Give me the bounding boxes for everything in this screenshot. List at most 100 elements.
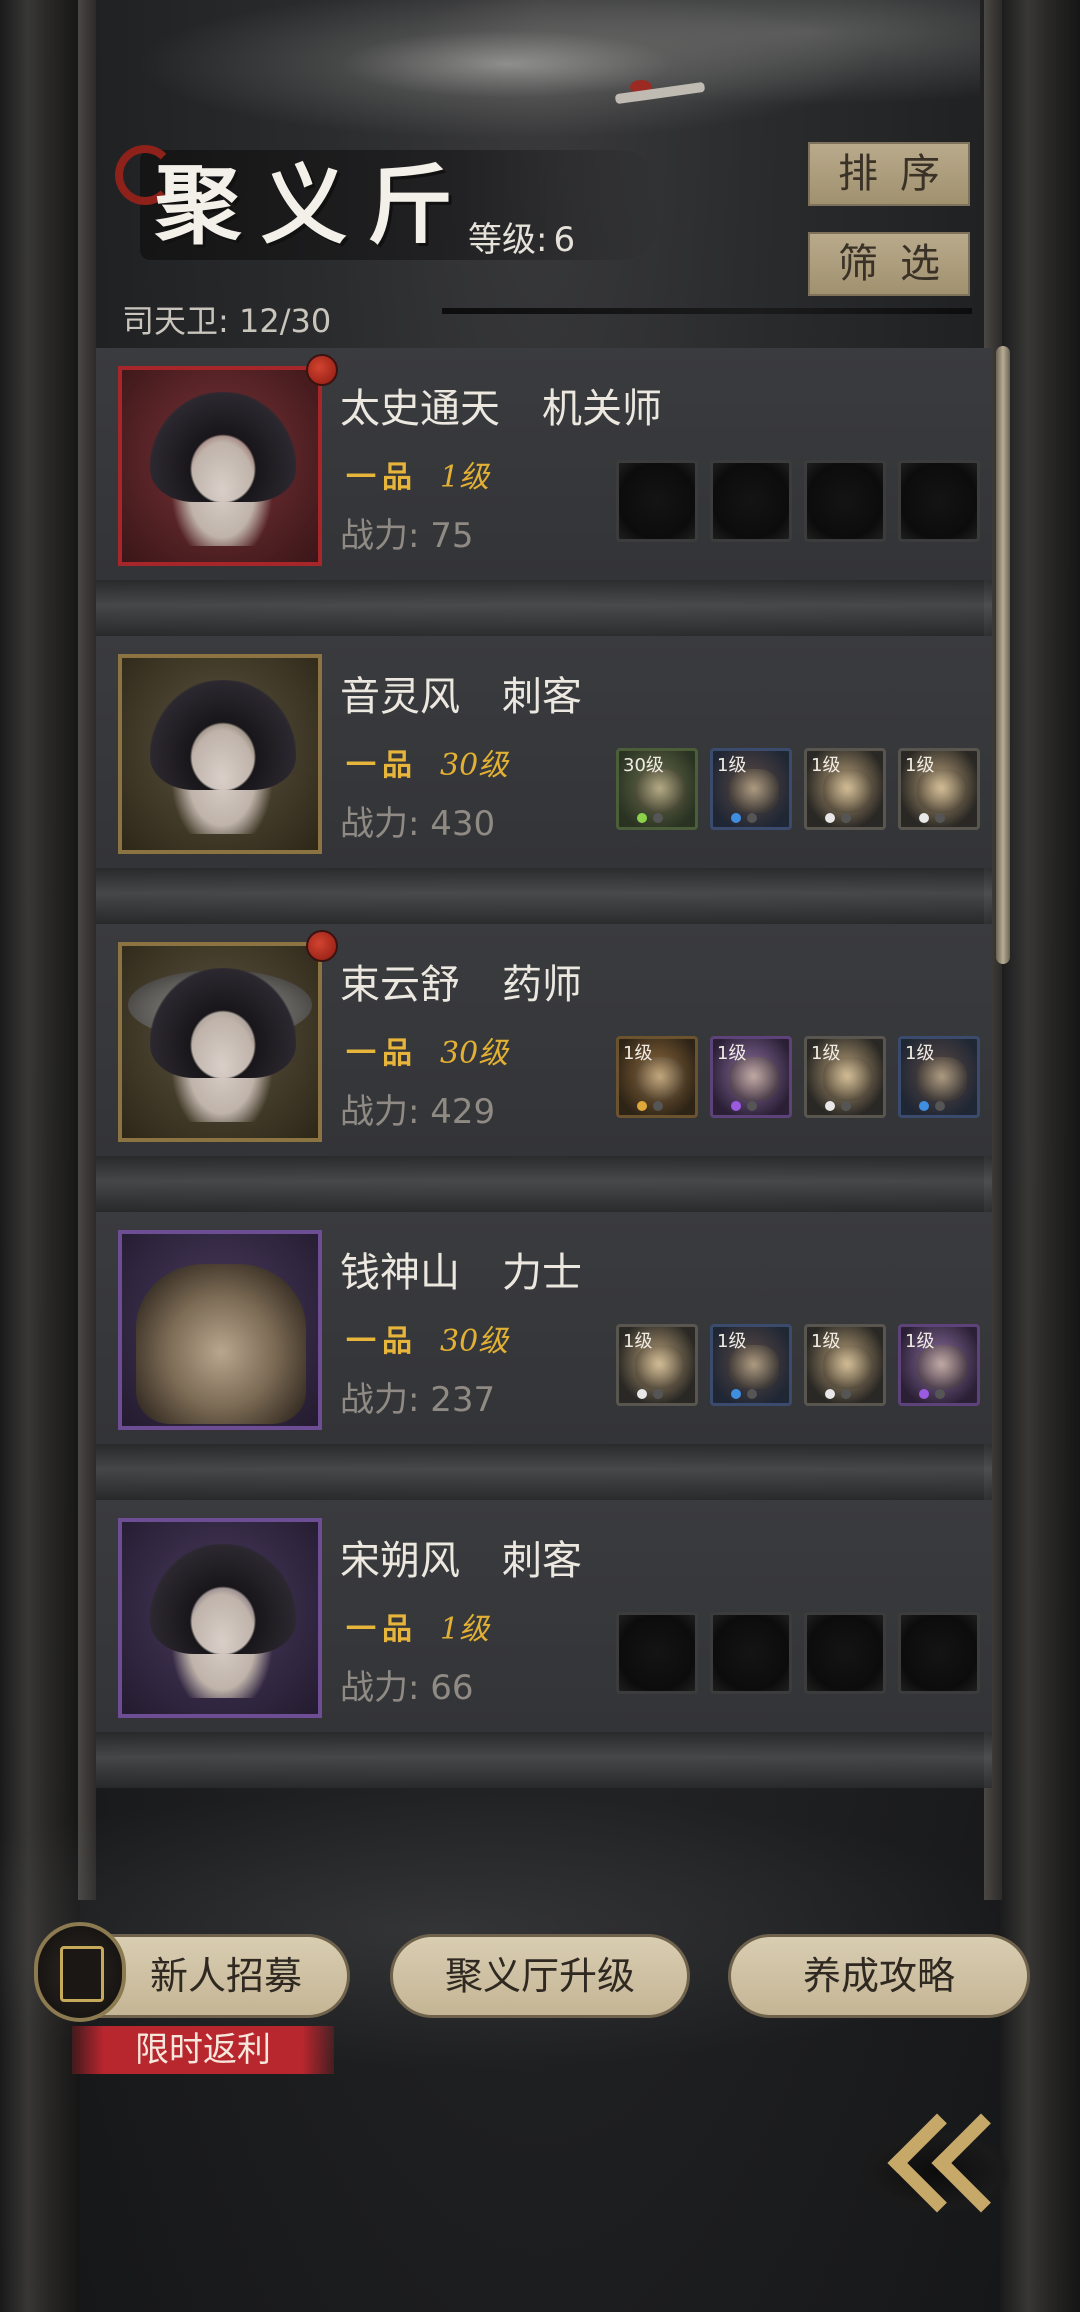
equipment-level: 30级 (623, 755, 664, 776)
hero-power-value: 66 (430, 1668, 474, 1708)
hall-level-label: 等级: (468, 220, 548, 260)
filter-button[interactable]: 筛选 (808, 232, 970, 296)
gem-socket-icon (935, 1389, 945, 1399)
hero-card[interactable]: 钱神山 力士一品 30级战力: 237 1级 1级 1级 1级 (96, 1212, 992, 1444)
recruit-card-frame (60, 1946, 104, 2002)
equipment-slot[interactable]: 30级 (616, 748, 698, 830)
hero-name-line: 音灵风 刺客 (340, 664, 582, 722)
card-separator (96, 1444, 992, 1500)
equipment-slot[interactable]: 1级 (710, 748, 792, 830)
hero-name: 音灵风 (340, 674, 460, 720)
hero-card[interactable]: 太史通天 机关师一品 1级战力: 75 (96, 348, 992, 580)
hero-power-value: 75 (430, 516, 474, 556)
gem-socket-icon (919, 1101, 929, 1111)
hero-rank-line: 一品 30级 (346, 740, 508, 784)
recruit-card-icon[interactable] (34, 1922, 126, 2022)
page-title: 聚义斤 (155, 155, 473, 256)
equipment-slot[interactable]: 1级 (804, 1324, 886, 1406)
equipment-level: 1级 (717, 1331, 747, 1352)
hero-portrait[interactable] (118, 1230, 322, 1430)
hero-power: 战力: 66 (340, 1660, 474, 1709)
card-separator (96, 580, 992, 636)
equipment-slot[interactable]: 1级 (898, 1036, 980, 1118)
equipment-slot[interactable] (804, 1612, 886, 1694)
hero-card[interactable]: 音灵风 刺客 一品 30级 战力: 430 30级 1级 1级 1级 (96, 636, 992, 868)
hero-list[interactable]: 太史通天 机关师 一品 1级 战力: 75 音灵风 刺客 一品 30级 战力: 430 30级 1级 1… (96, 348, 992, 1798)
equipment-slot[interactable]: 1级 (898, 748, 980, 830)
growth-guide-button[interactable]: 养成攻略 (728, 1934, 1030, 2018)
back-button[interactable] (850, 2092, 1031, 2242)
hero-name: 宋朔风 (340, 1538, 460, 1584)
hero-rank-line: 一品 1级 (346, 452, 489, 496)
hero-power: 战力: 430 (340, 796, 495, 845)
gem-socket-icon (825, 1389, 835, 1399)
hero-rank-line: 一品 30级 (346, 1028, 508, 1072)
hero-portrait[interactable] (118, 942, 322, 1142)
hero-class: 药师 (502, 962, 582, 1008)
gem-socket-icon (747, 813, 757, 823)
hero-card[interactable]: 束云舒 药师 一品 30级 战力: 429 1级 1级 1级 1级 (96, 924, 992, 1156)
equipment-level: 1级 (905, 1331, 935, 1352)
equipment-slot[interactable]: 1级 (804, 748, 886, 830)
equipment-slot[interactable]: 1级 (804, 1036, 886, 1118)
hero-rank: 一品 (346, 1036, 418, 1071)
hero-power-label: 战力: (340, 1668, 420, 1708)
equipment-level: 1级 (905, 1043, 935, 1064)
equipment-slot[interactable]: 1级 (898, 1324, 980, 1406)
hall-upgrade-button[interactable]: 聚义厅升级 (390, 1934, 690, 2018)
equipment-slot[interactable] (804, 460, 886, 542)
alert-dot-icon (306, 930, 338, 962)
hero-card[interactable]: 宋朔风 刺客 一品 1级 战力: 66 (96, 1500, 992, 1732)
hero-rank: 一品 (346, 1612, 418, 1647)
hero-name-line: 太史通天 机关师 (340, 376, 662, 434)
list-scrollbar[interactable] (996, 346, 1010, 964)
equipment-slot[interactable]: 1级 (710, 1036, 792, 1118)
equipment-level: 1级 (905, 755, 935, 776)
hero-name: 束云舒 (340, 962, 460, 1008)
hero-name-line: 宋朔风 刺客 (340, 1528, 582, 1586)
hero-armor (136, 1264, 306, 1424)
hero-name: 钱神山 (340, 1250, 460, 1296)
gem-socket-icon (747, 1389, 757, 1399)
equipment-level: 1级 (717, 1043, 747, 1064)
hero-name: 太史通天 (340, 386, 500, 432)
hero-power-label: 战力: (340, 804, 420, 844)
equipment-slot[interactable] (898, 460, 980, 542)
gem-socket-icon (653, 813, 663, 823)
equipment-slot[interactable] (710, 1612, 792, 1694)
sort-button[interactable]: 排序 (808, 142, 970, 206)
hero-power: 战力: 237 (340, 1372, 495, 1421)
hero-hair (150, 1544, 296, 1654)
equipment-slot[interactable]: 1级 (710, 1324, 792, 1406)
equipment-slot[interactable] (710, 460, 792, 542)
hero-power-value: 429 (430, 1092, 496, 1132)
card-separator (96, 1156, 992, 1212)
hall-screen: 聚义斤 等级: 6 司天卫: 12/30 排序 筛选 太史通天 机关师 一品 1级 战力:… (0, 0, 1080, 2312)
equipment-slot[interactable]: 1级 (616, 1324, 698, 1406)
left-frame-strip (78, 0, 96, 1900)
gem-socket-icon (747, 1101, 757, 1111)
equipment-slot[interactable] (616, 1612, 698, 1694)
equipment-slot[interactable] (616, 460, 698, 542)
guard-count: 司天卫: 12/30 (122, 296, 331, 342)
hero-class: 力士 (502, 1250, 582, 1296)
equipment-slot[interactable] (898, 1612, 980, 1694)
hero-rank: 一品 (346, 748, 418, 783)
gem-socket-icon (637, 813, 647, 823)
hero-power: 战力: 75 (340, 508, 474, 557)
hero-level: 30级 (440, 1324, 509, 1359)
hero-portrait[interactable] (118, 366, 322, 566)
hall-level: 等级: 6 (462, 212, 575, 261)
header-divider (442, 308, 972, 314)
hero-hair (150, 680, 296, 790)
hero-portrait[interactable] (118, 654, 322, 854)
gem-socket-icon (825, 1101, 835, 1111)
hero-rank-line: 一品 30级 (346, 1316, 508, 1360)
limited-rebate-banner[interactable]: 限时返利 (72, 2026, 334, 2074)
guard-count-label: 司天卫: (122, 302, 229, 340)
equipment-slot[interactable]: 1级 (616, 1036, 698, 1118)
hero-class: 机关师 (542, 386, 662, 432)
equipment-level: 1级 (811, 1043, 841, 1064)
hero-portrait[interactable] (118, 1518, 322, 1718)
hall-level-value: 6 (553, 220, 576, 260)
